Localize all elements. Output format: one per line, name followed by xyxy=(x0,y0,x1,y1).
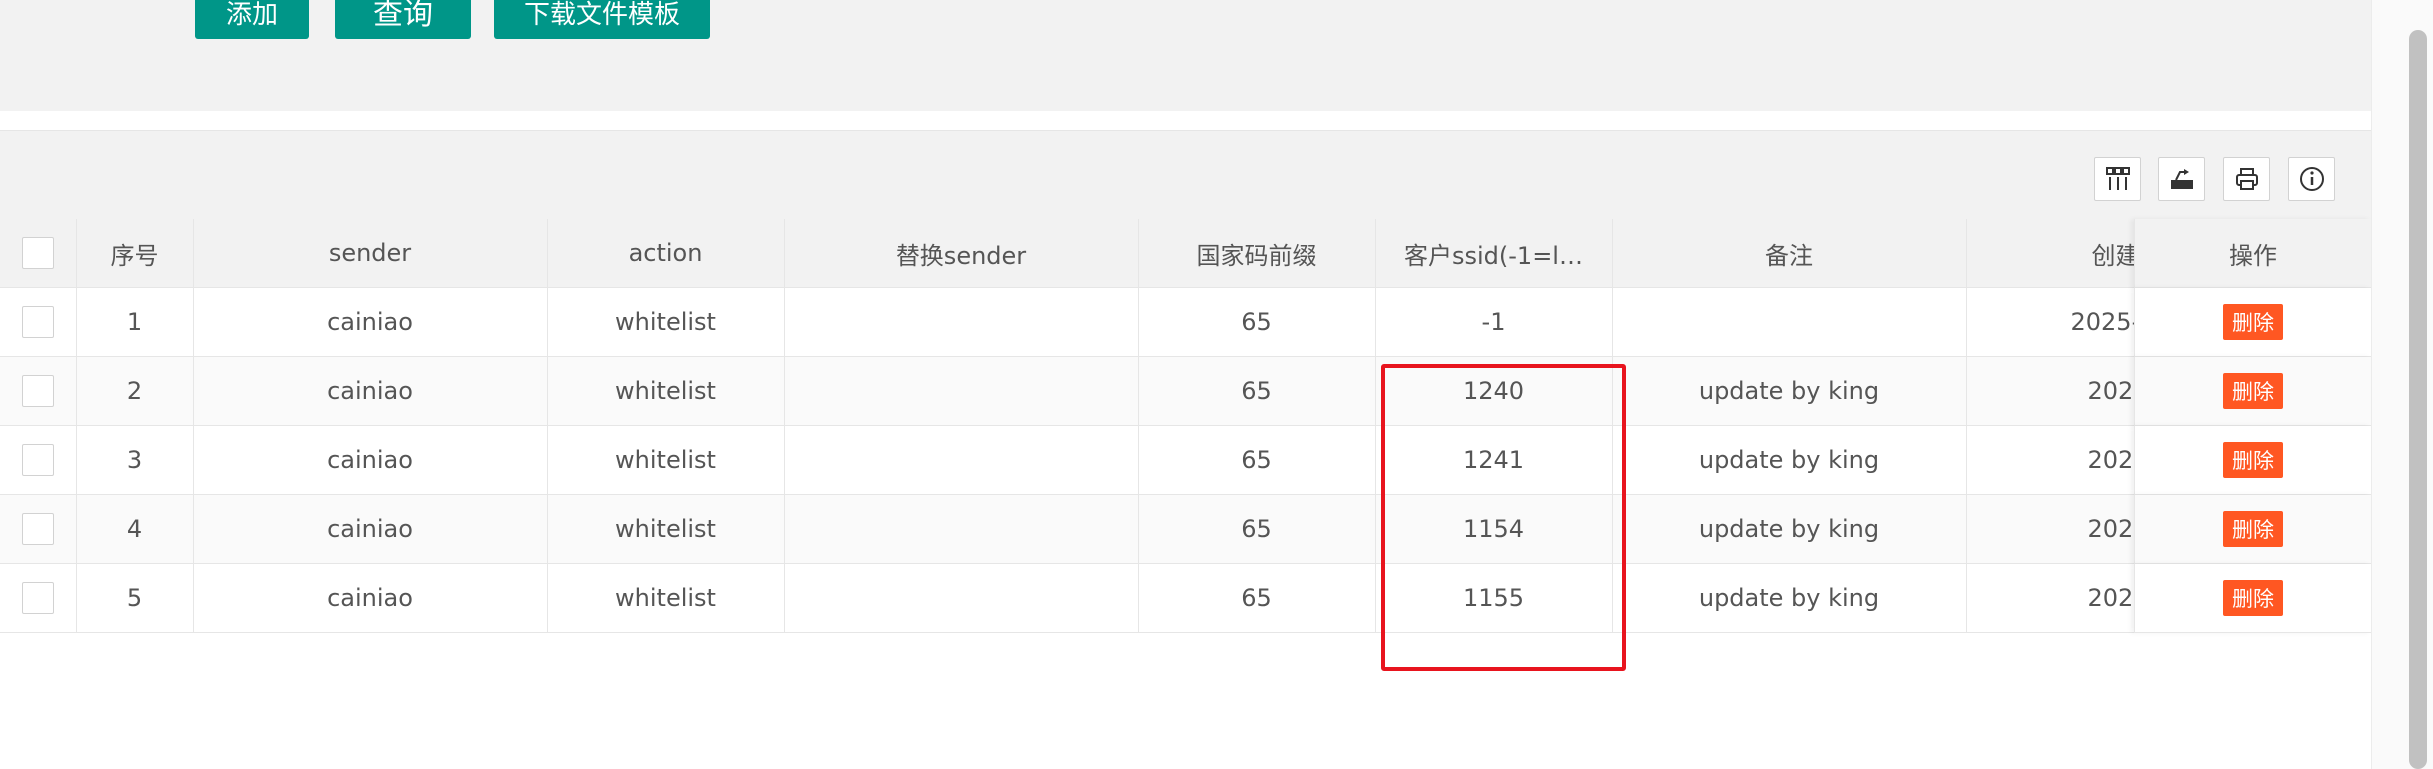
select-all-checkbox[interactable] xyxy=(21,237,54,269)
table-row[interactable]: 4 cainiao whitelist 65 1154 update by ki… xyxy=(0,494,2371,564)
cell-replace-sender xyxy=(784,287,1139,357)
cell-country-prefix: 65 xyxy=(1138,287,1376,357)
cell-remark xyxy=(1612,287,1967,357)
row-checkbox[interactable] xyxy=(21,582,54,614)
download-template-button[interactable]: 下载文件模板 xyxy=(494,0,710,39)
cell-replace-sender xyxy=(784,425,1139,495)
cell-index: 3 xyxy=(76,425,194,495)
header-replace-sender[interactable]: 替换sender xyxy=(784,219,1139,288)
cell-index: 1 xyxy=(76,287,194,357)
cell-remark: update by king xyxy=(1612,425,1967,495)
table-row[interactable]: 2 cainiao whitelist 65 1240 update by ki… xyxy=(0,356,2371,426)
cell-replace-sender xyxy=(784,356,1139,426)
cell-index: 2 xyxy=(76,356,194,426)
table-row[interactable]: 1 cainiao whitelist 65 -1 2025-03-1 xyxy=(0,287,2371,357)
cell-sender: cainiao xyxy=(193,356,548,426)
cell-action: whitelist xyxy=(547,563,785,633)
cell-index: 4 xyxy=(76,494,194,564)
cell-sender: cainiao xyxy=(193,563,548,633)
delete-button[interactable]: 删除 xyxy=(2223,304,2283,340)
cell-action: whitelist xyxy=(547,425,785,495)
print-icon[interactable] xyxy=(2223,157,2270,201)
cell-country-prefix: 65 xyxy=(1138,563,1376,633)
select-all-checkbox-cell[interactable] xyxy=(0,219,77,288)
cell-country-prefix: 65 xyxy=(1138,356,1376,426)
export-icon[interactable] xyxy=(2158,157,2205,201)
table-toolbar xyxy=(0,130,2371,220)
cell-remark: update by king xyxy=(1612,494,1967,564)
info-icon[interactable] xyxy=(2288,157,2335,201)
header-operation: 操作 xyxy=(2134,219,2371,288)
table-row[interactable]: 3 cainiao whitelist 65 1241 update by ki… xyxy=(0,425,2371,495)
cell-sender: cainiao xyxy=(193,425,548,495)
cell-index: 5 xyxy=(76,563,194,633)
search-panel: 添加 查询 下载文件模板 xyxy=(0,0,2371,111)
operation-cell: 删除 xyxy=(2134,495,2371,564)
delete-button[interactable]: 删除 xyxy=(2223,373,2283,409)
delete-button[interactable]: 删除 xyxy=(2223,511,2283,547)
delete-button[interactable]: 删除 xyxy=(2223,442,2283,478)
cell-country-prefix: 65 xyxy=(1138,425,1376,495)
header-sender[interactable]: sender xyxy=(193,219,548,288)
operation-cell: 删除 xyxy=(2134,288,2371,357)
add-button[interactable]: 添加 xyxy=(195,0,309,39)
columns-filter-icon[interactable] xyxy=(2094,157,2141,201)
cell-country-prefix: 65 xyxy=(1138,494,1376,564)
header-country-prefix[interactable]: 国家码前缀 xyxy=(1138,219,1376,288)
cell-sender: cainiao xyxy=(193,494,548,564)
cell-replace-sender xyxy=(784,563,1139,633)
operation-cell: 删除 xyxy=(2134,564,2371,633)
row-checkbox[interactable] xyxy=(21,306,54,338)
annotation-highlight-box xyxy=(1381,364,1626,671)
cell-action: whitelist xyxy=(547,494,785,564)
row-checkbox[interactable] xyxy=(21,375,54,407)
table-header-row: 序号 sender action 替换sender 国家码前缀 客户ssid(-… xyxy=(0,219,2371,288)
header-customer-ssid[interactable]: 客户ssid(-1=l… xyxy=(1375,219,1613,288)
query-button[interactable]: 查询 xyxy=(335,0,471,39)
row-checkbox[interactable] xyxy=(21,444,54,476)
cell-sender: cainiao xyxy=(193,287,548,357)
operation-cell: 删除 xyxy=(2134,426,2371,495)
panel-divider xyxy=(0,111,2371,130)
cell-remark: update by king xyxy=(1612,356,1967,426)
header-remark[interactable]: 备注 xyxy=(1612,219,1967,288)
operation-cell: 删除 xyxy=(2134,357,2371,426)
scrollbar-thumb[interactable] xyxy=(2409,30,2427,769)
fixed-operation-column: 操作 删除 删除 删除 删除 删除 xyxy=(2134,219,2371,633)
cell-action: whitelist xyxy=(547,287,785,357)
cell-action: whitelist xyxy=(547,356,785,426)
delete-button[interactable]: 删除 xyxy=(2223,580,2283,616)
cell-customer-ssid: -1 xyxy=(1375,287,1613,357)
table-row[interactable]: 5 cainiao whitelist 65 1155 update by ki… xyxy=(0,563,2371,633)
cell-remark: update by king xyxy=(1612,563,1967,633)
data-table: 序号 sender action 替换sender 国家码前缀 客户ssid(-… xyxy=(0,219,2371,638)
cell-replace-sender xyxy=(784,494,1139,564)
row-checkbox[interactable] xyxy=(21,513,54,545)
header-index[interactable]: 序号 xyxy=(76,219,194,288)
header-action[interactable]: action xyxy=(547,219,785,288)
